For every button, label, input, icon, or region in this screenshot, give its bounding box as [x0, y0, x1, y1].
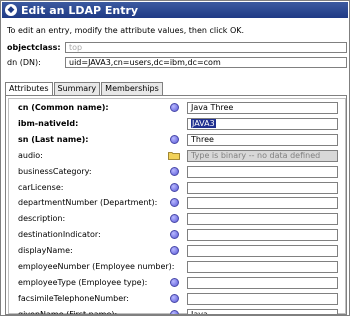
attribute-value-icon — [170, 198, 179, 208]
attribute-row: cn (Common name): Java Three — [9, 100, 345, 116]
attribute-value-field[interactable]: JAVA3 — [187, 117, 338, 130]
attribute-label: audio: — [18, 150, 43, 160]
dn-label: dn (DN): — [7, 58, 41, 67]
attribute-row: displayName: — [9, 243, 345, 259]
attribute-value-field[interactable] — [187, 165, 338, 178]
attribute-row: sn (Last name): Three — [9, 132, 345, 148]
attribute-row: audio: Type is binary -- no data defined — [9, 148, 345, 164]
attribute-label: businessCategory: — [18, 166, 92, 176]
attribute-label: destinationIndicator: — [18, 230, 101, 240]
attribute-row: facsimileTelephoneNumber: — [9, 291, 345, 307]
attribute-label: facsimileTelephoneNumber: — [18, 293, 129, 303]
tab-bar: Attributes Summary Memberships — [5, 82, 164, 96]
attribute-label: departmentNumber (Department): — [18, 198, 158, 208]
attribute-row: departmentNumber (Department): — [9, 195, 345, 211]
window-title: Edit an LDAP Entry — [21, 3, 139, 17]
attribute-label: ibm-nativeId: — [18, 118, 79, 128]
folder-icon[interactable] — [168, 151, 180, 160]
tab-memberships[interactable]: Memberships — [101, 82, 163, 95]
attribute-row: employeeNumber (Employee number): — [9, 259, 345, 275]
selected-value-text: JAVA3 — [191, 118, 216, 128]
attribute-row: businessCategory: — [9, 164, 345, 180]
attribute-row: ibm-nativeId: JAVA3 — [9, 116, 345, 132]
attribute-value-field[interactable] — [187, 261, 338, 273]
app-icon: ◆ — [5, 4, 17, 16]
objectclass-field: top — [65, 42, 347, 53]
attribute-value-icon — [170, 230, 179, 240]
attribute-value-field[interactable] — [187, 245, 338, 258]
attribute-value-icon — [170, 182, 179, 192]
attribute-value-icon — [170, 246, 179, 256]
attribute-value-field[interactable]: Java — [187, 308, 338, 314]
attribute-value-field[interactable] — [187, 276, 338, 289]
objectclass-label: objectclass: — [7, 43, 61, 52]
instructions-text: To edit an entry, modify the attribute v… — [7, 26, 245, 35]
title-bar[interactable]: ◆ Edit an LDAP Entry — [2, 2, 348, 18]
attribute-value-field[interactable] — [187, 181, 338, 194]
attribute-label: carLicense: — [18, 182, 64, 192]
attribute-value-icon — [170, 134, 179, 144]
attribute-label: description: — [18, 214, 66, 224]
tab-summary[interactable]: Summary — [53, 82, 101, 95]
attributes-panel: cn (Common name): Java Three ibm-nativeId:… — [5, 95, 347, 315]
attribute-row: givenName (First name): Java — [9, 307, 345, 315]
attribute-value-field[interactable]: Three — [187, 133, 338, 146]
attribute-row: destinationIndicator: — [9, 227, 345, 243]
attribute-value-field[interactable] — [187, 213, 338, 226]
attribute-value-field[interactable]: Java Three — [187, 102, 338, 114]
attribute-value-icon — [170, 293, 179, 303]
attribute-label: employeeType (Employee type): — [18, 277, 148, 287]
attribute-value-icon — [170, 309, 179, 314]
tab-attributes[interactable]: Attributes — [5, 82, 53, 96]
attribute-label: cn (Common name): — [18, 103, 109, 112]
attribute-value-icon — [170, 103, 179, 112]
attribute-value-icon — [170, 277, 179, 287]
attribute-value-field[interactable] — [187, 197, 338, 210]
attribute-row: description: — [9, 211, 345, 227]
attribute-row: carLicense: — [9, 180, 345, 196]
dn-field[interactable]: uid=JAVA3,cn=users,dc=ibm,dc=com — [65, 57, 347, 68]
attribute-value-field[interactable] — [187, 292, 338, 305]
attribute-label: sn (Last name): — [18, 134, 89, 144]
attribute-row: employeeType (Employee type): — [9, 275, 345, 291]
attribute-value-icon — [170, 166, 179, 176]
attribute-value-field[interactable] — [187, 229, 338, 242]
attribute-label: employeeNumber (Employee number): — [18, 262, 175, 271]
attribute-value-field[interactable]: Type is binary -- no data defined — [187, 149, 338, 162]
attribute-value-icon — [170, 214, 179, 224]
attribute-label: givenName (First name): — [18, 309, 118, 315]
edit-ldap-entry-window: ◆ Edit an LDAP Entry To edit an entry, m… — [0, 0, 350, 316]
attributes-list: cn (Common name): Java Three ibm-nativeId:… — [8, 98, 346, 314]
attribute-label: displayName: — [18, 246, 73, 256]
